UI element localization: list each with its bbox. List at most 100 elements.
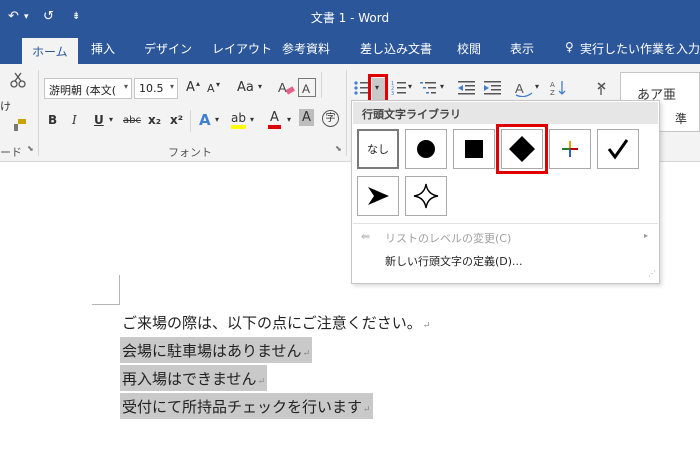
none-label: なし bbox=[367, 143, 389, 156]
sort-icon[interactable]: AZ bbox=[550, 79, 566, 97]
group-separator bbox=[346, 70, 347, 156]
bullet-library-header: 行頭文字ライブラリ bbox=[353, 102, 658, 124]
bullet-option-checkmark[interactable] bbox=[597, 129, 639, 169]
title-bar: ↶ ▾ ↺ ⇟ 文書 1 - Word bbox=[0, 0, 700, 34]
increase-indent-icon[interactable] bbox=[484, 80, 502, 96]
font-launcher-icon[interactable]: ⬊ bbox=[335, 144, 342, 153]
decrease-indent-icon[interactable] bbox=[458, 80, 476, 96]
paragraph-mark: ↵ bbox=[302, 349, 311, 359]
selected-bullet-highlight bbox=[496, 124, 548, 174]
asian-layout-dropdown-icon[interactable]: ▾ bbox=[535, 82, 539, 91]
four-point-star-icon bbox=[413, 183, 439, 209]
group-separator bbox=[190, 110, 191, 132]
enclose-characters-button[interactable]: 字 bbox=[322, 110, 339, 127]
font-color-dropdown-icon[interactable]: ▾ bbox=[287, 115, 291, 124]
tell-me-box[interactable]: 実行したい作業を入力し bbox=[580, 40, 700, 57]
group-separator bbox=[38, 70, 39, 156]
multilevel-dropdown-icon[interactable]: ▾ bbox=[440, 82, 444, 91]
tab-view[interactable]: 表示 bbox=[510, 40, 534, 57]
italic-button[interactable]: I bbox=[72, 113, 77, 127]
grow-font-button[interactable]: A bbox=[186, 80, 195, 95]
text-effects-dropdown-icon[interactable]: ▾ bbox=[215, 115, 219, 124]
change-list-level-item: ⇚ リストのレベルの変更(C) ▸ bbox=[361, 230, 649, 245]
character-shading-button[interactable]: A bbox=[299, 109, 314, 126]
tab-home[interactable]: ホーム bbox=[22, 38, 78, 64]
font-name-box[interactable]: 游明朝 (本文(▾ bbox=[44, 78, 132, 99]
cut-icon[interactable] bbox=[10, 72, 26, 88]
shrink-font-icon: ▾ bbox=[216, 80, 221, 89]
clipboard-launcher-icon[interactable]: ⬊ bbox=[27, 144, 34, 153]
four-color-arrow-icon bbox=[562, 141, 578, 157]
lightbulb-icon: ♀ bbox=[565, 40, 574, 54]
bullet-library-panel: 行頭文字ライブラリ なし ⇚ リストのレベルの変更(C) ▸ 新しい行頭文字の定… bbox=[351, 100, 660, 284]
ribbon-tabs: ホーム 挿入 デザイン レイアウト 参考資料 差し込み文書 校閲 表示 ♀ 実行… bbox=[0, 34, 700, 64]
svg-text:A: A bbox=[515, 81, 524, 96]
paragraph-mark: ↵ bbox=[257, 377, 266, 387]
margin-corner-mark bbox=[119, 275, 120, 305]
resize-grip-icon[interactable]: ⋰ bbox=[648, 269, 656, 278]
bullet-option-filled-circle[interactable] bbox=[405, 129, 447, 169]
arrowhead-icon bbox=[368, 187, 389, 205]
shrink-font-button[interactable]: A bbox=[207, 82, 215, 95]
selected-paragraph[interactable]: 会場に駐車場はありません↵ bbox=[120, 337, 313, 363]
change-case-button[interactable]: Aa bbox=[237, 80, 254, 95]
filled-circle-icon bbox=[417, 140, 435, 158]
group-separator bbox=[321, 72, 322, 98]
font-size-box[interactable]: 10.5 ▾ bbox=[134, 78, 178, 99]
checkmark-icon bbox=[607, 139, 629, 160]
underline-button[interactable]: U bbox=[94, 113, 104, 127]
change-case-dropdown-icon[interactable]: ▾ bbox=[258, 82, 262, 91]
document-title: 文書 1 - Word bbox=[310, 11, 390, 25]
tab-layout[interactable]: レイアウト bbox=[212, 40, 272, 57]
underline-dropdown-icon[interactable]: ▾ bbox=[109, 115, 113, 124]
paragraph-mark: ↵ bbox=[363, 405, 371, 415]
bullet-option-arrowhead[interactable] bbox=[357, 176, 399, 216]
tab-insert[interactable]: 挿入 bbox=[91, 40, 115, 57]
font-group-label: フォント bbox=[168, 146, 212, 159]
word-window: ↶ ▾ ↺ ⇟ 文書 1 - Word ホーム 挿入 デザイン レイアウト 参考… bbox=[0, 0, 700, 470]
svg-text:Z: Z bbox=[550, 89, 555, 97]
tab-references[interactable]: 参考資料 bbox=[282, 40, 330, 57]
style-sample-label: 準 bbox=[675, 112, 688, 126]
tab-design[interactable]: デザイン bbox=[144, 40, 192, 57]
subscript-button[interactable]: x₂ bbox=[148, 113, 161, 127]
paste-label: け bbox=[0, 100, 11, 113]
tab-review[interactable]: 校閲 bbox=[457, 40, 481, 57]
paragraph-mark: ↵ bbox=[422, 321, 431, 331]
bullet-option-arrow-4color[interactable] bbox=[549, 129, 591, 169]
bold-button[interactable]: B bbox=[48, 113, 57, 127]
multilevel-list-icon[interactable] bbox=[420, 80, 438, 96]
svg-text:3: 3 bbox=[391, 91, 394, 96]
svg-text:A: A bbox=[302, 82, 310, 96]
bullet-option-four-point-star[interactable] bbox=[405, 176, 447, 216]
submenu-arrow-icon: ▸ bbox=[644, 231, 649, 240]
format-painter-icon[interactable] bbox=[11, 118, 27, 132]
show-marks-icon[interactable] bbox=[596, 80, 610, 96]
grow-font-icon: ▴ bbox=[196, 79, 201, 88]
tab-mailings[interactable]: 差し込み文書 bbox=[360, 40, 432, 57]
clear-formatting-icon[interactable]: A bbox=[277, 79, 295, 97]
svg-text:A: A bbox=[550, 81, 555, 89]
clipboard-group-label: ード bbox=[0, 146, 22, 159]
asian-layout-icon[interactable]: A bbox=[514, 79, 534, 97]
highlight-button[interactable]: ab bbox=[231, 112, 246, 129]
phonetic-guide-icon[interactable]: A bbox=[298, 78, 316, 97]
document-paragraph[interactable]: ご来場の際は、以下の点にご注意ください。↵ bbox=[120, 309, 432, 335]
panel-divider bbox=[353, 223, 658, 224]
highlight-dropdown-icon[interactable]: ▾ bbox=[250, 115, 254, 124]
filled-square-icon bbox=[465, 140, 483, 158]
bullet-option-none[interactable]: なし bbox=[357, 129, 399, 169]
numbering-dropdown-icon[interactable]: ▾ bbox=[408, 82, 412, 91]
superscript-button[interactable]: x² bbox=[170, 113, 183, 127]
list-level-icon: ⇚ bbox=[361, 230, 371, 243]
font-color-button[interactable]: A bbox=[268, 111, 281, 129]
selected-paragraph[interactable]: 再入場はできません↵ bbox=[120, 365, 268, 391]
bullet-option-filled-square[interactable] bbox=[453, 129, 495, 169]
numbering-icon[interactable]: 123 bbox=[391, 80, 407, 96]
selected-paragraph[interactable]: 受付にて所持品チェックを行います↵ bbox=[120, 393, 373, 419]
strikethrough-button[interactable]: abc bbox=[123, 115, 141, 126]
svg-text:A: A bbox=[278, 80, 287, 95]
margin-corner-mark bbox=[92, 304, 120, 305]
text-effects-button[interactable]: A bbox=[199, 111, 211, 129]
define-new-bullet-item[interactable]: 新しい行頭文字の定義(D)... bbox=[353, 250, 658, 272]
